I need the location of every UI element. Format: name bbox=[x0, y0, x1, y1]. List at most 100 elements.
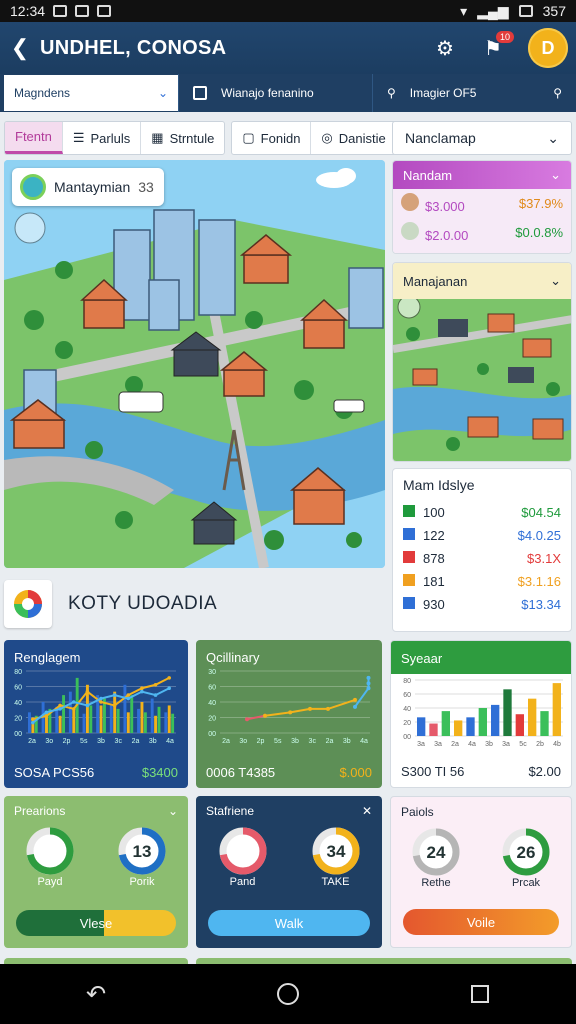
signal-icon: ▂▄▆ bbox=[477, 2, 509, 19]
map-label-text: Mantaymian bbox=[54, 179, 131, 195]
bar bbox=[82, 713, 86, 733]
line-point bbox=[353, 697, 357, 702]
bar bbox=[164, 712, 168, 733]
globe-icon bbox=[20, 174, 46, 200]
list-item[interactable]: 181 $3.1.16 bbox=[393, 570, 571, 593]
gauge: Payd bbox=[25, 826, 75, 888]
row-value: $13.34 bbox=[521, 597, 561, 612]
map-dropdown[interactable]: Nanclamap ⌄ bbox=[392, 121, 572, 155]
line-point bbox=[71, 700, 76, 704]
settings-gear-icon[interactable]: ⚙ bbox=[432, 35, 458, 61]
panel-header[interactable]: Nandam ⌄ bbox=[393, 161, 571, 189]
tab-fonidn[interactable]: ▢ Fonidn bbox=[232, 122, 312, 154]
x-tick-label: 3c bbox=[309, 738, 317, 745]
bar bbox=[515, 714, 524, 736]
list-item[interactable]: 100 $04.54 bbox=[393, 501, 571, 524]
list-item[interactable]: 930 $13.34 bbox=[393, 593, 571, 616]
tab-ftentn[interactable]: Ftentn bbox=[5, 122, 63, 154]
chart-wheel-icon bbox=[4, 580, 52, 628]
alarm-icon bbox=[75, 5, 90, 17]
toolbar-segment-3[interactable]: ⚲ Imagier OF5 ⚲ bbox=[372, 74, 576, 112]
line-point bbox=[99, 700, 103, 704]
avatar bbox=[401, 193, 419, 211]
map-location-label[interactable]: Mantaymian 33 bbox=[12, 168, 164, 206]
list-item[interactable]: $2.0.00 $0.0.8% bbox=[393, 218, 571, 247]
search-icon[interactable]: ⚲ bbox=[553, 86, 562, 100]
x-tick-label: 3b bbox=[343, 738, 351, 745]
close-icon[interactable]: ✕ bbox=[362, 804, 372, 818]
tab-parluls[interactable]: ☰ Parluls bbox=[63, 122, 142, 154]
row-value: $04.54 bbox=[521, 505, 561, 520]
panel-header[interactable]: Manajanan ⌄ bbox=[393, 263, 571, 299]
battery-icon bbox=[518, 5, 533, 17]
gauge-label: TAKE bbox=[321, 876, 350, 888]
line-point bbox=[288, 710, 293, 715]
walk-button[interactable]: Walk bbox=[208, 910, 370, 936]
list-icon: ☰ bbox=[72, 130, 85, 145]
avatar bbox=[401, 222, 419, 240]
chart-title: Syeaar bbox=[391, 641, 571, 674]
x-tick-label: 2p bbox=[257, 738, 265, 745]
coin-button[interactable]: D bbox=[528, 28, 568, 68]
chart-title: Qcillinary bbox=[206, 650, 260, 665]
notification-flag-icon[interactable]: ⚑ 10 bbox=[480, 31, 514, 61]
bar bbox=[68, 691, 72, 733]
y-tick-label: 20 bbox=[14, 716, 22, 723]
y-tick-label: 20 bbox=[403, 720, 411, 727]
item-icon bbox=[403, 597, 415, 609]
chart-card-3[interactable]: Syeaar 80 60 40 20 00 3a 3a 2a 4a 3b 3a 5c 2b 4b S300… bbox=[390, 640, 572, 788]
y-tick-label: 80 bbox=[403, 678, 411, 685]
y-tick-label: 00 bbox=[14, 731, 22, 738]
bar bbox=[28, 712, 31, 733]
bar bbox=[154, 715, 158, 733]
bar bbox=[99, 705, 103, 733]
list-item[interactable]: $3.000 $37.9% bbox=[393, 189, 571, 218]
panel-title: Nandam bbox=[403, 167, 453, 183]
gauge: 26 Prcak bbox=[501, 827, 551, 889]
line-point bbox=[153, 693, 158, 697]
vlese-button[interactable]: Vlese bbox=[16, 910, 176, 936]
bar bbox=[171, 713, 175, 733]
status-bar: 12:34 ▾ ▂▄▆ 357 bbox=[0, 0, 576, 22]
back-nav-icon[interactable]: ↶ bbox=[66, 974, 126, 1014]
tab-danistie[interactable]: ◎ Danistie bbox=[311, 122, 395, 154]
chart-card-1[interactable]: Renglagem 80 60 40 20 00 2a 3o 2p 5s 3b 3c 2a 3b 4a S… bbox=[4, 640, 188, 788]
bar bbox=[123, 684, 127, 733]
x-tick-label: 2a bbox=[28, 738, 36, 745]
battery-percent: 357 bbox=[542, 3, 566, 19]
bar bbox=[528, 698, 537, 736]
tab-label: Fonidn bbox=[260, 130, 301, 146]
toolbar: Magndens ⌄ Wianajo fenanino ⚲ Imagier OF… bbox=[0, 74, 576, 112]
x-tick-label: 5s bbox=[80, 738, 88, 745]
calendar-icon: ▦ bbox=[151, 130, 164, 145]
home-nav-icon[interactable] bbox=[258, 974, 318, 1014]
bar bbox=[491, 704, 500, 736]
back-icon[interactable]: ❮ bbox=[0, 35, 40, 61]
mini-map[interactable] bbox=[393, 295, 572, 462]
bar bbox=[109, 704, 113, 733]
gauge-card-title: Paiols bbox=[401, 805, 434, 819]
gauge-value: 24 bbox=[427, 843, 446, 862]
x-tick-label: 3o bbox=[239, 738, 247, 745]
bar bbox=[126, 712, 130, 733]
x-tick-label: 3a bbox=[417, 741, 425, 748]
line-point bbox=[366, 675, 371, 680]
list-item[interactable]: 878 $3.1X bbox=[393, 547, 571, 570]
voile-button[interactable]: Voile bbox=[403, 909, 559, 935]
row-label-text: 100 bbox=[423, 505, 445, 520]
line-point bbox=[167, 676, 171, 680]
tab-strntule[interactable]: ▦ Strntule bbox=[141, 122, 224, 154]
line-point bbox=[112, 693, 117, 697]
chart-card-2[interactable]: Qcillinary 30 60 40 20 00 2a 3o 2p 5s 3b 3c 2a 3b 4a … bbox=[196, 640, 382, 788]
city-map[interactable]: Mantaymian 33 bbox=[4, 160, 385, 568]
recents-nav-icon[interactable] bbox=[450, 974, 510, 1014]
y-tick-label: 30 bbox=[208, 669, 216, 676]
chart-renglagem: 80 60 40 20 00 2a 3o 2p 5s 3b 3c 2a 3b 4a bbox=[14, 669, 176, 745]
toolbar-segment-2[interactable]: Wianajo fenanino bbox=[178, 74, 372, 112]
list-item[interactable]: 122 $4.0.25 bbox=[393, 524, 571, 547]
category-select[interactable]: Magndens ⌄ bbox=[4, 75, 178, 111]
chart-footer-right: $2.00 bbox=[528, 764, 561, 779]
bar bbox=[137, 708, 140, 733]
chevron-down-icon[interactable]: ⌄ bbox=[168, 804, 178, 818]
gauge-label: Porik bbox=[129, 876, 155, 888]
